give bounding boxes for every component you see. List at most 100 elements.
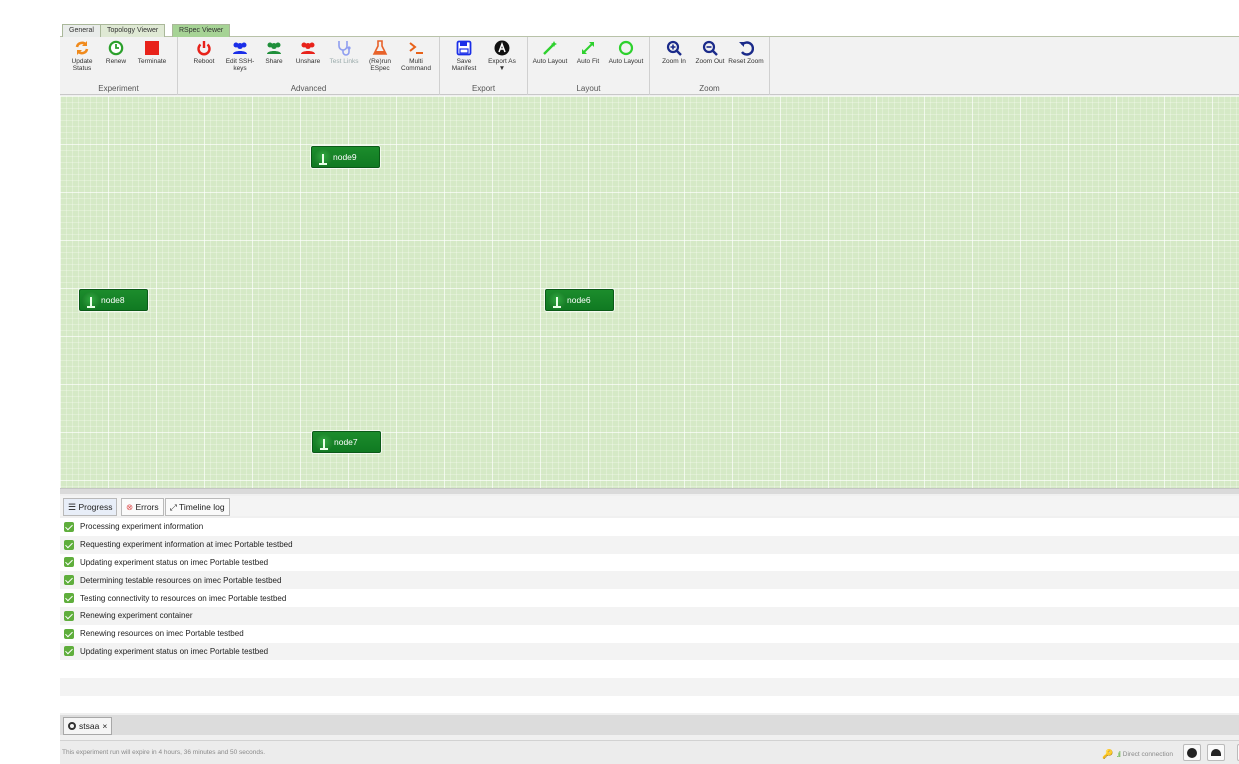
dashboard-button[interactable] [1207,744,1225,761]
clock-icon [108,40,124,56]
circle-layout-icon [618,40,634,56]
node-label: node8 [101,295,125,305]
list-item: Requesting experiment information at ime… [60,535,1239,554]
list-item: Renewing experiment container [60,606,1239,625]
tab-experiment-stsaa[interactable]: stsaa × [63,717,113,735]
floppy-icon [456,40,472,56]
share-button[interactable]: Share [256,40,292,65]
toolbar-group-layout: Auto Layout Auto Fit Auto Layout Layout [528,37,650,95]
list-item: Updating experiment status on imec Porta… [60,642,1239,661]
magic-wand-icon [543,41,557,55]
tab-rspec-viewer[interactable]: RSpec Viewer [172,24,231,38]
globe-button[interactable] [1183,744,1201,761]
topology-canvas[interactable]: node9 node8 node6 node7 [60,96,1239,488]
experiment-status-icon [68,722,76,730]
group-label-experiment: Experiment [98,84,139,93]
share-users-icon [267,42,281,54]
list-icon: ☰ [68,502,77,512]
checkmark-icon [64,628,74,639]
ansible-icon [494,40,510,56]
experiment-tabbar: stsaa × [60,715,1239,735]
group-label-export: Export [471,84,496,93]
checkmark-icon [64,521,74,532]
checkmark-icon [64,539,74,550]
save-manifest-button[interactable]: Save Manifest [446,40,482,72]
node-node9[interactable]: node9 [311,146,380,168]
stop-icon [145,41,159,55]
antenna-icon [82,292,100,310]
zoom-in-button[interactable]: Zoom In [656,40,692,65]
checkmark-icon [64,557,74,568]
reset-zoom-button[interactable]: Reset Zoom [728,40,764,65]
close-icon[interactable]: × [102,721,107,731]
toolbar-group-zoom: Zoom In Zoom Out Reset Zoom Zoom [650,37,770,95]
terminal-icon [409,42,423,54]
toolbar-group-experiment: Update Status Renew Terminate Experiment [60,37,178,95]
terminate-button[interactable]: Terminate [134,40,170,65]
group-label-zoom: Zoom [699,84,720,93]
flask-icon [372,40,388,55]
signal-icon: .ıl [1116,750,1121,759]
expiry-text: This experiment run will expire in 4 hou… [62,749,266,756]
app-window: General Topology Viewer RSpec Viewer Upd… [60,21,1239,764]
antenna-icon [314,149,332,167]
checkmark-icon [64,610,74,621]
node-label: node7 [334,437,358,447]
progress-list: Processing experiment information Reques… [60,518,1239,713]
export-as-button[interactable]: Export As ▼ [484,40,520,72]
toolbar-group-export: Save Manifest Export As ▼ Export [440,37,528,95]
stethoscope-icon [338,41,351,56]
key-icon: 🔑 [1102,749,1114,759]
list-item: Determining testable resources on imec P… [60,571,1239,590]
undo-icon [739,41,754,56]
unshare-button[interactable]: Unshare [290,40,326,65]
node-label: node9 [333,152,357,162]
renew-button[interactable]: Renew [98,40,134,65]
checkmark-icon [64,575,74,586]
node-node7[interactable]: node7 [312,431,381,453]
checkmark-icon [64,593,74,604]
list-item: Processing experiment information [60,518,1239,536]
test-links-button[interactable]: Test Links [326,40,362,65]
toolbar-group-advanced: Reboot Edit SSH-keys Share Unshare Test … [178,37,440,95]
list-item: Updating experiment status on imec Porta… [60,554,1239,572]
node-node8[interactable]: node8 [79,289,148,311]
unshare-users-icon [301,42,315,54]
auto-layout-button[interactable]: Auto Layout [532,40,568,65]
zoom-out-button[interactable]: Zoom Out [692,40,728,65]
tab-progress[interactable]: ☰ Progress [63,498,118,516]
update-status-button[interactable]: Update Status [64,40,100,72]
rerun-espec-button[interactable]: (Re)run ESpec [362,40,398,72]
empty-row [60,660,1239,678]
log-tabbar: ☰ Progress ⊗ Errors ⤢ Timeline log [60,496,1239,516]
view-tabbar: General Topology Viewer RSpec Viewer [60,21,1239,38]
list-item: Renewing resources on imec Portable test… [60,625,1239,643]
pane-splitter[interactable] [60,488,1239,494]
node-label: node6 [567,295,591,305]
expand-arrows-icon [582,42,594,54]
tab-errors[interactable]: ⊗ Errors [121,498,164,516]
antenna-icon [315,434,333,452]
zoom-out-icon [702,40,718,56]
tab-timeline-log[interactable]: ⤢ Timeline log [165,498,230,516]
users-icon [233,42,247,54]
edit-ssh-keys-button[interactable]: Edit SSH-keys [222,40,258,72]
speedometer-icon [1211,749,1221,756]
zoom-in-icon [666,40,682,56]
antenna-icon [548,292,566,310]
auto-fit-button[interactable]: Auto Fit [570,40,606,65]
multi-command-button[interactable]: Multi Command [398,40,434,72]
power-icon [197,41,211,56]
checkmark-icon [64,646,74,657]
auto-layout-circle-button[interactable]: Auto Layout [608,40,644,65]
dropdown-arrow-icon: ▼ [498,65,506,72]
connection-status: 🔑 .ıl Direct connection [1102,749,1173,759]
tab-topology-viewer[interactable]: Topology Viewer [100,24,166,38]
empty-row [60,678,1239,696]
group-label-advanced: Advanced [290,84,327,93]
list-item: Testing connectivity to resources on ime… [60,589,1239,607]
error-icon: ⊗ [126,502,134,512]
tab-general[interactable]: General [62,24,101,38]
node-node6[interactable]: node6 [545,289,614,311]
reboot-button[interactable]: Reboot [186,40,222,65]
